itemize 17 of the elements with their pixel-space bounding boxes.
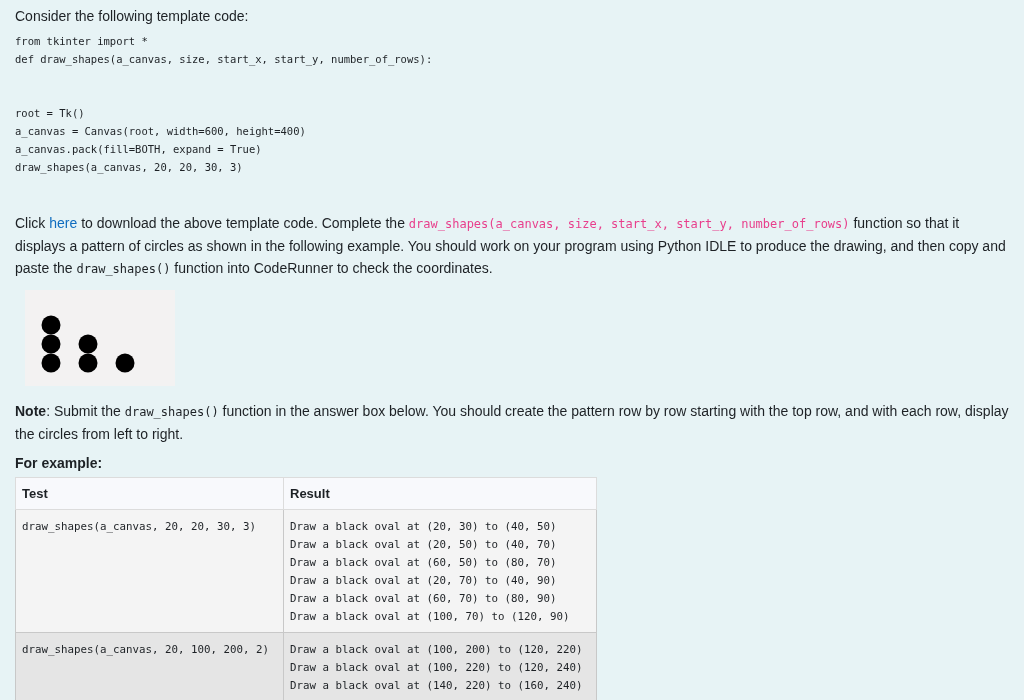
download-link[interactable]: here [49, 215, 78, 231]
column-header: Test [15, 477, 284, 510]
instructions-paragraph: Click here to download the above template code. Complete the draw_shapes(a_canvas, size, start_x, start_y, number_of_rows) function so that it displays a pattern of circles as shown in the following example. You should work on your program using Python IDLE to produce the drawing, and then copy and paste the draw_shapes() function into CodeRunner to check the coordinates. [15, 214, 1007, 278]
code-line: root = Tk() [15, 106, 85, 121]
table-cell: draw_shapes(a_canvas, 20, 100, 200, 2) [15, 632, 284, 700]
code-line: draw_shapes(a_canvas, 20, 20, 30, 3) [15, 160, 243, 176]
table-cell: Draw a black oval at (100, 200) to (120, 220) Draw a black oval at (100, 220) to (120, 240) Draw a black oval at (140, 220) to (160, 240) [283, 632, 597, 700]
example-heading: For example: [15, 455, 103, 471]
code-line: a_canvas.pack(fill=BOTH, expand = True) [15, 142, 262, 158]
table-cell: Draw a black oval at (20, 30) to (40, 50) Draw a black oval at (20, 50) to (40, 70) Draw a black oval at (60, 50) to (80, 70) Draw a black oval at (20, 70) to (40, 90) Draw a black oval at (60, 70) to (80, 90) Draw a black oval at (100, 70) to (120, 90) [283, 509, 597, 633]
table-cell: draw_shapes(a_canvas, 20, 20, 30, 3) [15, 509, 284, 633]
note-paragraph: Note: Submit the draw_shapes() function in the answer box below. You should create the pattern row by row starting with the top row, and with each row, display the circles from left to right. [15, 402, 1009, 444]
intro-text: Consider the following template code: [15, 7, 250, 26]
code-line: def draw_shapes(a_canvas, size, start_x, start_y, number_of_rows): [15, 52, 433, 68]
code-line: a_canvas = Canvas(root, width=600, height=400) [15, 124, 306, 140]
column-header: Result [283, 477, 597, 510]
code-line: from tkinter import * [15, 34, 148, 49]
